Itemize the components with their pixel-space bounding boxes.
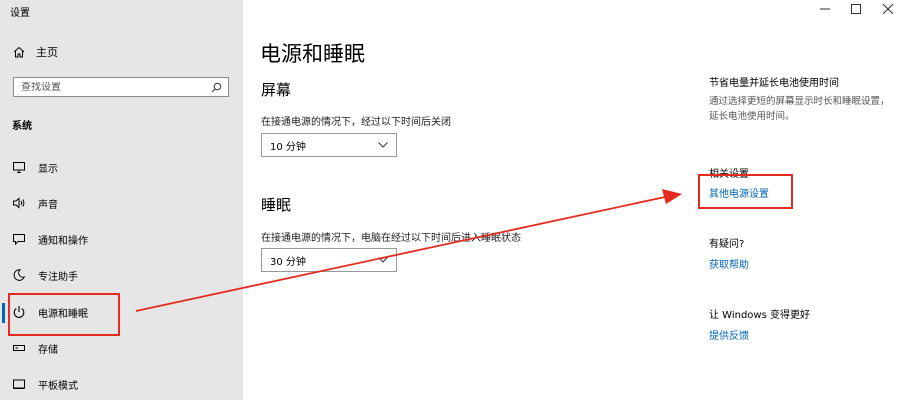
sidebar-item-label: 声音: [38, 199, 58, 211]
sidebar-item-label: 专注助手: [38, 271, 78, 283]
page-title: 电源和睡眠: [260, 42, 365, 66]
section-label-system: 系统: [12, 121, 32, 132]
tip-title: 节省电量并延长电池使用时间: [709, 78, 839, 89]
chevron-down-icon: [378, 255, 388, 266]
home-icon: [12, 45, 26, 59]
sidebar-item-focus-assist[interactable]: 专注助手: [0, 260, 243, 290]
sidebar-item-display[interactable]: 显示: [0, 152, 243, 182]
sleep-timeout-value: 30 分钟: [270, 256, 306, 268]
sidebar-item-notifications[interactable]: 通知和操作: [0, 224, 243, 254]
nav-home[interactable]: 主页: [12, 43, 58, 61]
minimize-icon: [820, 8, 830, 10]
active-indicator: [2, 303, 5, 323]
screen-timeout-dropdown[interactable]: 10 分钟: [261, 133, 397, 157]
maximize-icon: [851, 4, 861, 14]
notification-icon: [12, 232, 26, 246]
sleep-timeout-dropdown[interactable]: 30 分钟: [261, 248, 397, 272]
minimize-button[interactable]: [810, 0, 840, 18]
highlight-box-other-power-settings: [698, 174, 793, 209]
search-box[interactable]: [13, 77, 229, 97]
sidebar-item-tablet-mode[interactable]: 平板模式: [0, 369, 243, 399]
sidebar-item-label: 存储: [38, 344, 58, 356]
speaker-icon: [12, 196, 26, 210]
storage-icon: [12, 341, 26, 355]
sleep-heading: 睡眠: [261, 196, 292, 214]
screen-timeout-value: 10 分钟: [270, 141, 306, 153]
search-input[interactable]: [21, 81, 201, 93]
sidebar-item-label: 通知和操作: [38, 235, 88, 247]
sidebar-item-label: 显示: [38, 163, 58, 175]
moon-icon: [12, 268, 26, 282]
tip-description: 通过选择更短的屏幕显示时长和睡眠设置，延长电池使用时间。: [709, 96, 890, 122]
chevron-down-icon: [378, 140, 388, 151]
close-button[interactable]: [873, 0, 903, 18]
highlight-box-power-sleep: [8, 293, 120, 336]
get-help-link[interactable]: 获取帮助: [709, 256, 749, 271]
screen-heading: 屏幕: [261, 81, 292, 99]
give-feedback-link[interactable]: 提供反馈: [709, 327, 749, 342]
monitor-icon: [12, 160, 26, 174]
close-icon: [883, 4, 893, 14]
sidebar-item-label: 平板模式: [38, 380, 78, 392]
help-title: 有疑问?: [709, 239, 745, 250]
search-icon[interactable]: [211, 78, 222, 97]
screen-description: 在接通电源的情况下，经过以下时间后关闭: [261, 117, 451, 128]
sidebar: 设置 主页 系统 显示 声音 通知和操作 专注助手: [0, 0, 243, 400]
tablet-icon: [12, 377, 26, 391]
nav-home-label: 主页: [36, 46, 58, 59]
maximize-button[interactable]: [841, 0, 871, 18]
sidebar-item-storage[interactable]: 存储: [0, 333, 243, 363]
feedback-title: 让 Windows 变得更好: [709, 310, 810, 321]
sidebar-item-sound[interactable]: 声音: [0, 188, 243, 218]
app-title: 设置: [10, 8, 30, 19]
sleep-description: 在接通电源的情况下，电脑在经过以下时间后进入睡眠状态: [261, 233, 521, 244]
